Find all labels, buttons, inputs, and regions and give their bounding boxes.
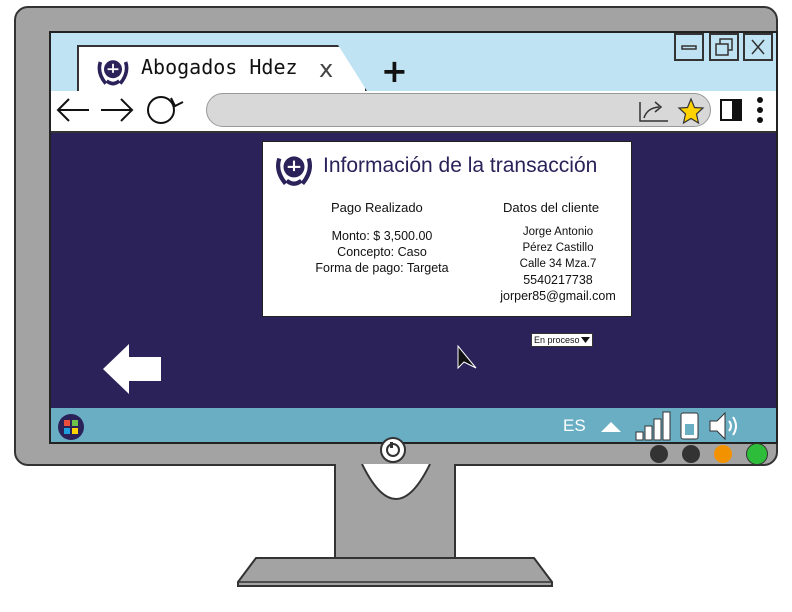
card-title: Información de la transacción xyxy=(323,154,598,177)
tab-title: Abogados Hdez xyxy=(141,55,298,79)
cursor-icon xyxy=(457,344,477,370)
monitor-frame: Abogados Hdez x + Información de la tran… xyxy=(14,6,778,466)
payment-heading: Pago Realizado xyxy=(331,200,423,215)
power-icon[interactable] xyxy=(378,436,408,464)
indicator-led-1 xyxy=(650,445,668,463)
payment-details: Monto: $ 3,500.00 Concepto: Caso Forma d… xyxy=(307,228,457,276)
client-address: Calle 34 Mza.7 xyxy=(519,258,597,270)
speaker-icon[interactable] xyxy=(707,410,743,442)
browser-tab[interactable]: Abogados Hdez x xyxy=(77,45,367,91)
transaction-card: Información de la transacción Pago Reali… xyxy=(262,141,632,317)
client-phone: 5540217738 xyxy=(523,273,593,287)
tab-close-button[interactable]: x xyxy=(319,55,333,83)
monitor-stand-base xyxy=(237,557,553,587)
client-last-name: Pérez Castillo xyxy=(522,242,594,254)
forward-arrow-icon[interactable] xyxy=(97,95,137,125)
refresh-icon[interactable] xyxy=(141,94,185,126)
minimize-icon xyxy=(681,45,697,50)
menu-dots-icon[interactable] xyxy=(753,95,767,127)
payment-amount: Monto: $ 3,500.00 xyxy=(331,229,433,243)
payment-concept: Concepto: Caso xyxy=(337,245,427,259)
client-first-name: Jorge Antonio xyxy=(522,226,594,238)
close-icon xyxy=(751,39,765,55)
screen: Abogados Hdez x + Información de la tran… xyxy=(49,31,778,444)
minimize-button[interactable] xyxy=(674,33,704,61)
maximize-button[interactable] xyxy=(709,33,739,61)
battery-icon[interactable] xyxy=(679,411,701,441)
browser-titlebar: Abogados Hdez x + xyxy=(51,33,776,92)
close-window-button[interactable] xyxy=(743,33,773,61)
payment-method: Forma de pago: Targeta xyxy=(315,261,449,275)
law-logo-icon xyxy=(276,156,312,186)
indicator-led-2 xyxy=(682,445,700,463)
indicator-led-orange xyxy=(714,445,732,463)
client-email: jorper85@gmail.com xyxy=(500,289,616,303)
address-bar[interactable] xyxy=(206,93,711,127)
signal-icon[interactable] xyxy=(635,410,673,442)
taskbar: ES xyxy=(51,408,776,442)
back-page-arrow-icon[interactable] xyxy=(101,343,163,395)
sidebar-icon[interactable] xyxy=(719,97,745,123)
client-heading: Datos del cliente xyxy=(503,200,600,215)
stand-cable-hole xyxy=(361,464,431,500)
law-logo-icon xyxy=(97,60,129,86)
triangle-up-icon[interactable] xyxy=(599,420,623,434)
indicator-led-green xyxy=(746,443,768,465)
monitor-stand-neck xyxy=(334,464,456,564)
star-icon[interactable] xyxy=(677,97,705,125)
browser-toolbar xyxy=(51,91,776,133)
back-arrow-icon[interactable] xyxy=(53,95,93,125)
restore-icon xyxy=(715,38,733,56)
share-icon[interactable] xyxy=(637,98,671,124)
start-icon[interactable] xyxy=(57,413,85,441)
status-dropdown-value: En proceso xyxy=(534,335,580,345)
language-indicator[interactable]: ES xyxy=(563,416,586,436)
chevron-down-icon xyxy=(580,337,590,343)
status-dropdown[interactable]: En proceso xyxy=(531,333,593,347)
new-tab-button[interactable]: + xyxy=(381,55,408,87)
client-details: Jorge Antonio Pérez Castillo Calle 34 Mz… xyxy=(473,224,643,304)
